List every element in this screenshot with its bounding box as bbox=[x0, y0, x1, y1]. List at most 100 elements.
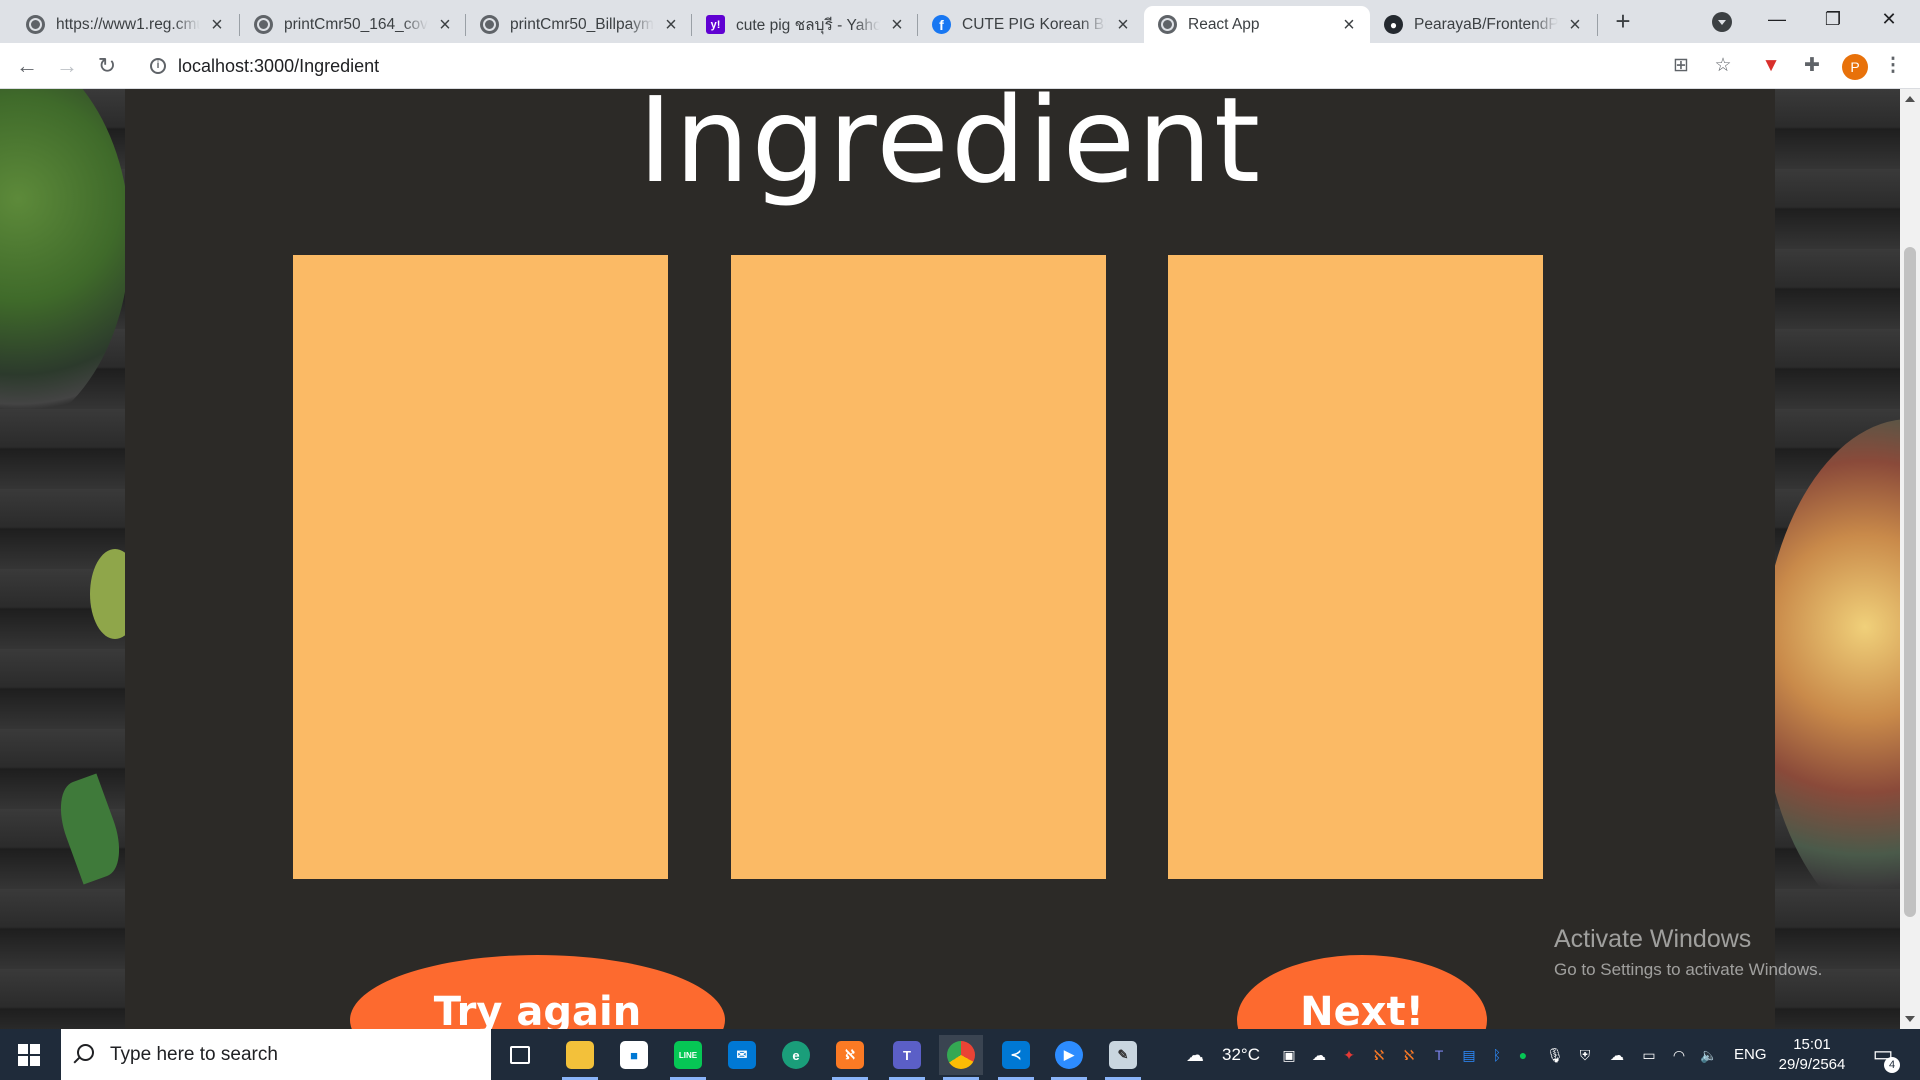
windows-taskbar: Type here to search ■ LINE ✉ e ℵ T ≺ ▶ ✎… bbox=[0, 1029, 1920, 1080]
taskbar-clock[interactable]: 15:01 29/9/2564 bbox=[1762, 1035, 1862, 1075]
tab-title: https://www1.reg.cmu bbox=[56, 15, 200, 33]
browser-tab[interactable]: printCmr50_164_covid × bbox=[240, 6, 466, 43]
ingredient-card[interactable] bbox=[1168, 255, 1543, 879]
close-tab-icon[interactable]: × bbox=[662, 15, 680, 35]
forward-arrow-icon[interactable]: → bbox=[52, 51, 82, 81]
taskbar-line[interactable]: LINE bbox=[666, 1035, 710, 1080]
paint-palette-icon: ✎ bbox=[1109, 1041, 1137, 1069]
battery-icon[interactable]: ▭ bbox=[1640, 1046, 1658, 1064]
bluetooth-icon[interactable]: ᛒ bbox=[1488, 1046, 1506, 1064]
search-icon bbox=[77, 1044, 94, 1061]
tab-strip: https://www1.reg.cmu × printCmr50_164_co… bbox=[0, 0, 1920, 43]
watermark-title: Activate Windows bbox=[1554, 925, 1752, 953]
teams-icon: T bbox=[893, 1041, 921, 1069]
browser-menu-icon[interactable]: ⋮ bbox=[1882, 55, 1904, 77]
reload-icon[interactable]: ↻ bbox=[92, 51, 122, 81]
clock-date: 29/9/2564 bbox=[1778, 1056, 1846, 1073]
translate-icon[interactable]: ⊞ bbox=[1670, 55, 1692, 77]
volume-icon[interactable]: 🔈 bbox=[1700, 1046, 1718, 1064]
start-button[interactable] bbox=[0, 1029, 58, 1080]
taskbar-mail[interactable]: ✉ bbox=[720, 1035, 764, 1075]
page-title: Ingredient bbox=[637, 89, 1263, 209]
close-tab-icon[interactable]: × bbox=[1566, 15, 1584, 35]
browser-toolbar: ← → ↻ i localhost:3000/Ingredient ⊞ ☆ ▼ … bbox=[0, 43, 1920, 89]
taskbar-search-placeholder[interactable]: Type here to search bbox=[110, 1044, 278, 1066]
browser-tab[interactable]: f CUTE PIG Korean BBQ × bbox=[918, 6, 1144, 43]
windows-logo-icon bbox=[18, 1043, 40, 1066]
close-tab-icon[interactable]: × bbox=[1114, 15, 1132, 35]
mail-icon: ✉ bbox=[728, 1041, 756, 1069]
shield-icon[interactable]: ⛨ bbox=[1576, 1046, 1594, 1064]
close-tab-icon[interactable]: × bbox=[1340, 15, 1358, 35]
edge-icon: e bbox=[782, 1041, 810, 1069]
close-window-button[interactable]: ✕ bbox=[1866, 0, 1912, 40]
scroll-up-arrow-icon[interactable] bbox=[1905, 96, 1915, 102]
teams-tray-icon[interactable]: T bbox=[1430, 1046, 1448, 1064]
page-scrollbar[interactable] bbox=[1900, 89, 1920, 1029]
address-url[interactable]: localhost:3000/Ingredient bbox=[178, 56, 379, 77]
taskbar-chrome[interactable] bbox=[939, 1035, 983, 1080]
taskbar-vscode[interactable]: ≺ bbox=[994, 1035, 1038, 1080]
github-icon: ● bbox=[1384, 15, 1403, 34]
close-tab-icon[interactable]: × bbox=[436, 15, 454, 35]
minimize-button[interactable]: — bbox=[1754, 0, 1800, 40]
browser-tab[interactable]: https://www1.reg.cmu × bbox=[12, 6, 238, 43]
task-view-button[interactable] bbox=[498, 1035, 542, 1075]
site-info-icon[interactable]: i bbox=[150, 58, 166, 74]
browser-tab[interactable]: ● PearayaB/FrontendPro × bbox=[1370, 6, 1596, 43]
bookmark-star-icon[interactable]: ☆ bbox=[1712, 55, 1734, 77]
xampp-icon: ℵ bbox=[836, 1041, 864, 1069]
profile-avatar[interactable]: P bbox=[1842, 54, 1868, 80]
globe-icon bbox=[254, 15, 273, 34]
microphone-icon[interactable]: 🎙 bbox=[1546, 1046, 1564, 1064]
browser-tab[interactable]: y! cute pig ชลบุรี - Yahoo × bbox=[692, 6, 918, 43]
scrollbar-thumb[interactable] bbox=[1904, 247, 1916, 917]
weather-temperature[interactable]: 32°C bbox=[1222, 1029, 1260, 1080]
extensions-puzzle-icon[interactable]: ✚ bbox=[1801, 55, 1823, 77]
back-arrow-icon[interactable]: ← bbox=[12, 51, 42, 81]
xampp-tray-icon[interactable]: ℵ bbox=[1370, 1046, 1388, 1064]
watermark-subtitle: Go to Settings to activate Windows. bbox=[1554, 960, 1823, 979]
close-tab-icon[interactable]: × bbox=[888, 15, 906, 35]
tab-search-icon[interactable] bbox=[1712, 12, 1732, 32]
taskbar-teams[interactable]: T bbox=[885, 1035, 929, 1080]
taskbar-paint[interactable]: ✎ bbox=[1101, 1035, 1145, 1080]
chrome-icon bbox=[947, 1041, 975, 1069]
close-tab-icon[interactable]: × bbox=[208, 15, 226, 35]
activate-windows-watermark: Activate Windows Go to Settings to activ… bbox=[1554, 925, 1822, 980]
display-tray-icon[interactable]: ▤ bbox=[1460, 1046, 1478, 1064]
pocket-extension-icon[interactable]: ▼ bbox=[1760, 55, 1782, 77]
cloud-offline-icon[interactable]: ☁ bbox=[1608, 1046, 1626, 1064]
wifi-icon[interactable]: ◠ bbox=[1670, 1046, 1688, 1064]
line-tray-icon[interactable]: ● bbox=[1514, 1046, 1532, 1064]
globe-icon bbox=[480, 15, 499, 34]
notification-center-icon[interactable]: ▭ 4 bbox=[1868, 1041, 1900, 1073]
folder-icon bbox=[566, 1041, 594, 1069]
notification-count-badge: 4 bbox=[1884, 1057, 1900, 1073]
tab-title: CUTE PIG Korean BBQ bbox=[962, 15, 1106, 33]
taskbar-store[interactable]: ■ bbox=[612, 1035, 656, 1075]
vscode-icon: ≺ bbox=[1002, 1041, 1030, 1069]
restore-button[interactable]: ❐ bbox=[1810, 0, 1856, 40]
content-panel: Ingredient Try again Next! bbox=[125, 89, 1775, 1029]
taskbar-search-box[interactable]: Type here to search bbox=[61, 1029, 491, 1080]
security-tray-icon[interactable]: ✦ bbox=[1340, 1046, 1358, 1064]
new-tab-button[interactable]: + bbox=[1609, 8, 1637, 36]
tab-title: PearayaB/FrontendPro bbox=[1414, 15, 1558, 33]
taskbar-zoom[interactable]: ▶ bbox=[1047, 1035, 1091, 1080]
browser-tab-active[interactable]: React App × bbox=[1144, 6, 1370, 43]
xampp-tray-icon-2[interactable]: ℵ bbox=[1400, 1046, 1418, 1064]
zoom-tray-icon[interactable]: ▣ bbox=[1280, 1046, 1298, 1064]
taskbar-file-explorer[interactable] bbox=[558, 1035, 602, 1080]
browser-tab[interactable]: printCmr50_Billpayme × bbox=[466, 6, 692, 43]
next-button[interactable]: Next! bbox=[1237, 955, 1487, 1029]
ingredient-card[interactable] bbox=[293, 255, 668, 879]
address-bar[interactable]: i localhost:3000/Ingredient bbox=[138, 48, 1688, 84]
scroll-down-arrow-icon[interactable] bbox=[1905, 1016, 1915, 1022]
ingredient-card[interactable] bbox=[731, 255, 1106, 879]
weather-icon[interactable]: ☁ bbox=[1186, 1046, 1204, 1064]
taskbar-xampp[interactable]: ℵ bbox=[828, 1035, 872, 1080]
onedrive-icon[interactable]: ☁ bbox=[1310, 1046, 1328, 1064]
try-again-button[interactable]: Try again bbox=[350, 955, 725, 1029]
taskbar-edge[interactable]: e bbox=[774, 1035, 818, 1075]
